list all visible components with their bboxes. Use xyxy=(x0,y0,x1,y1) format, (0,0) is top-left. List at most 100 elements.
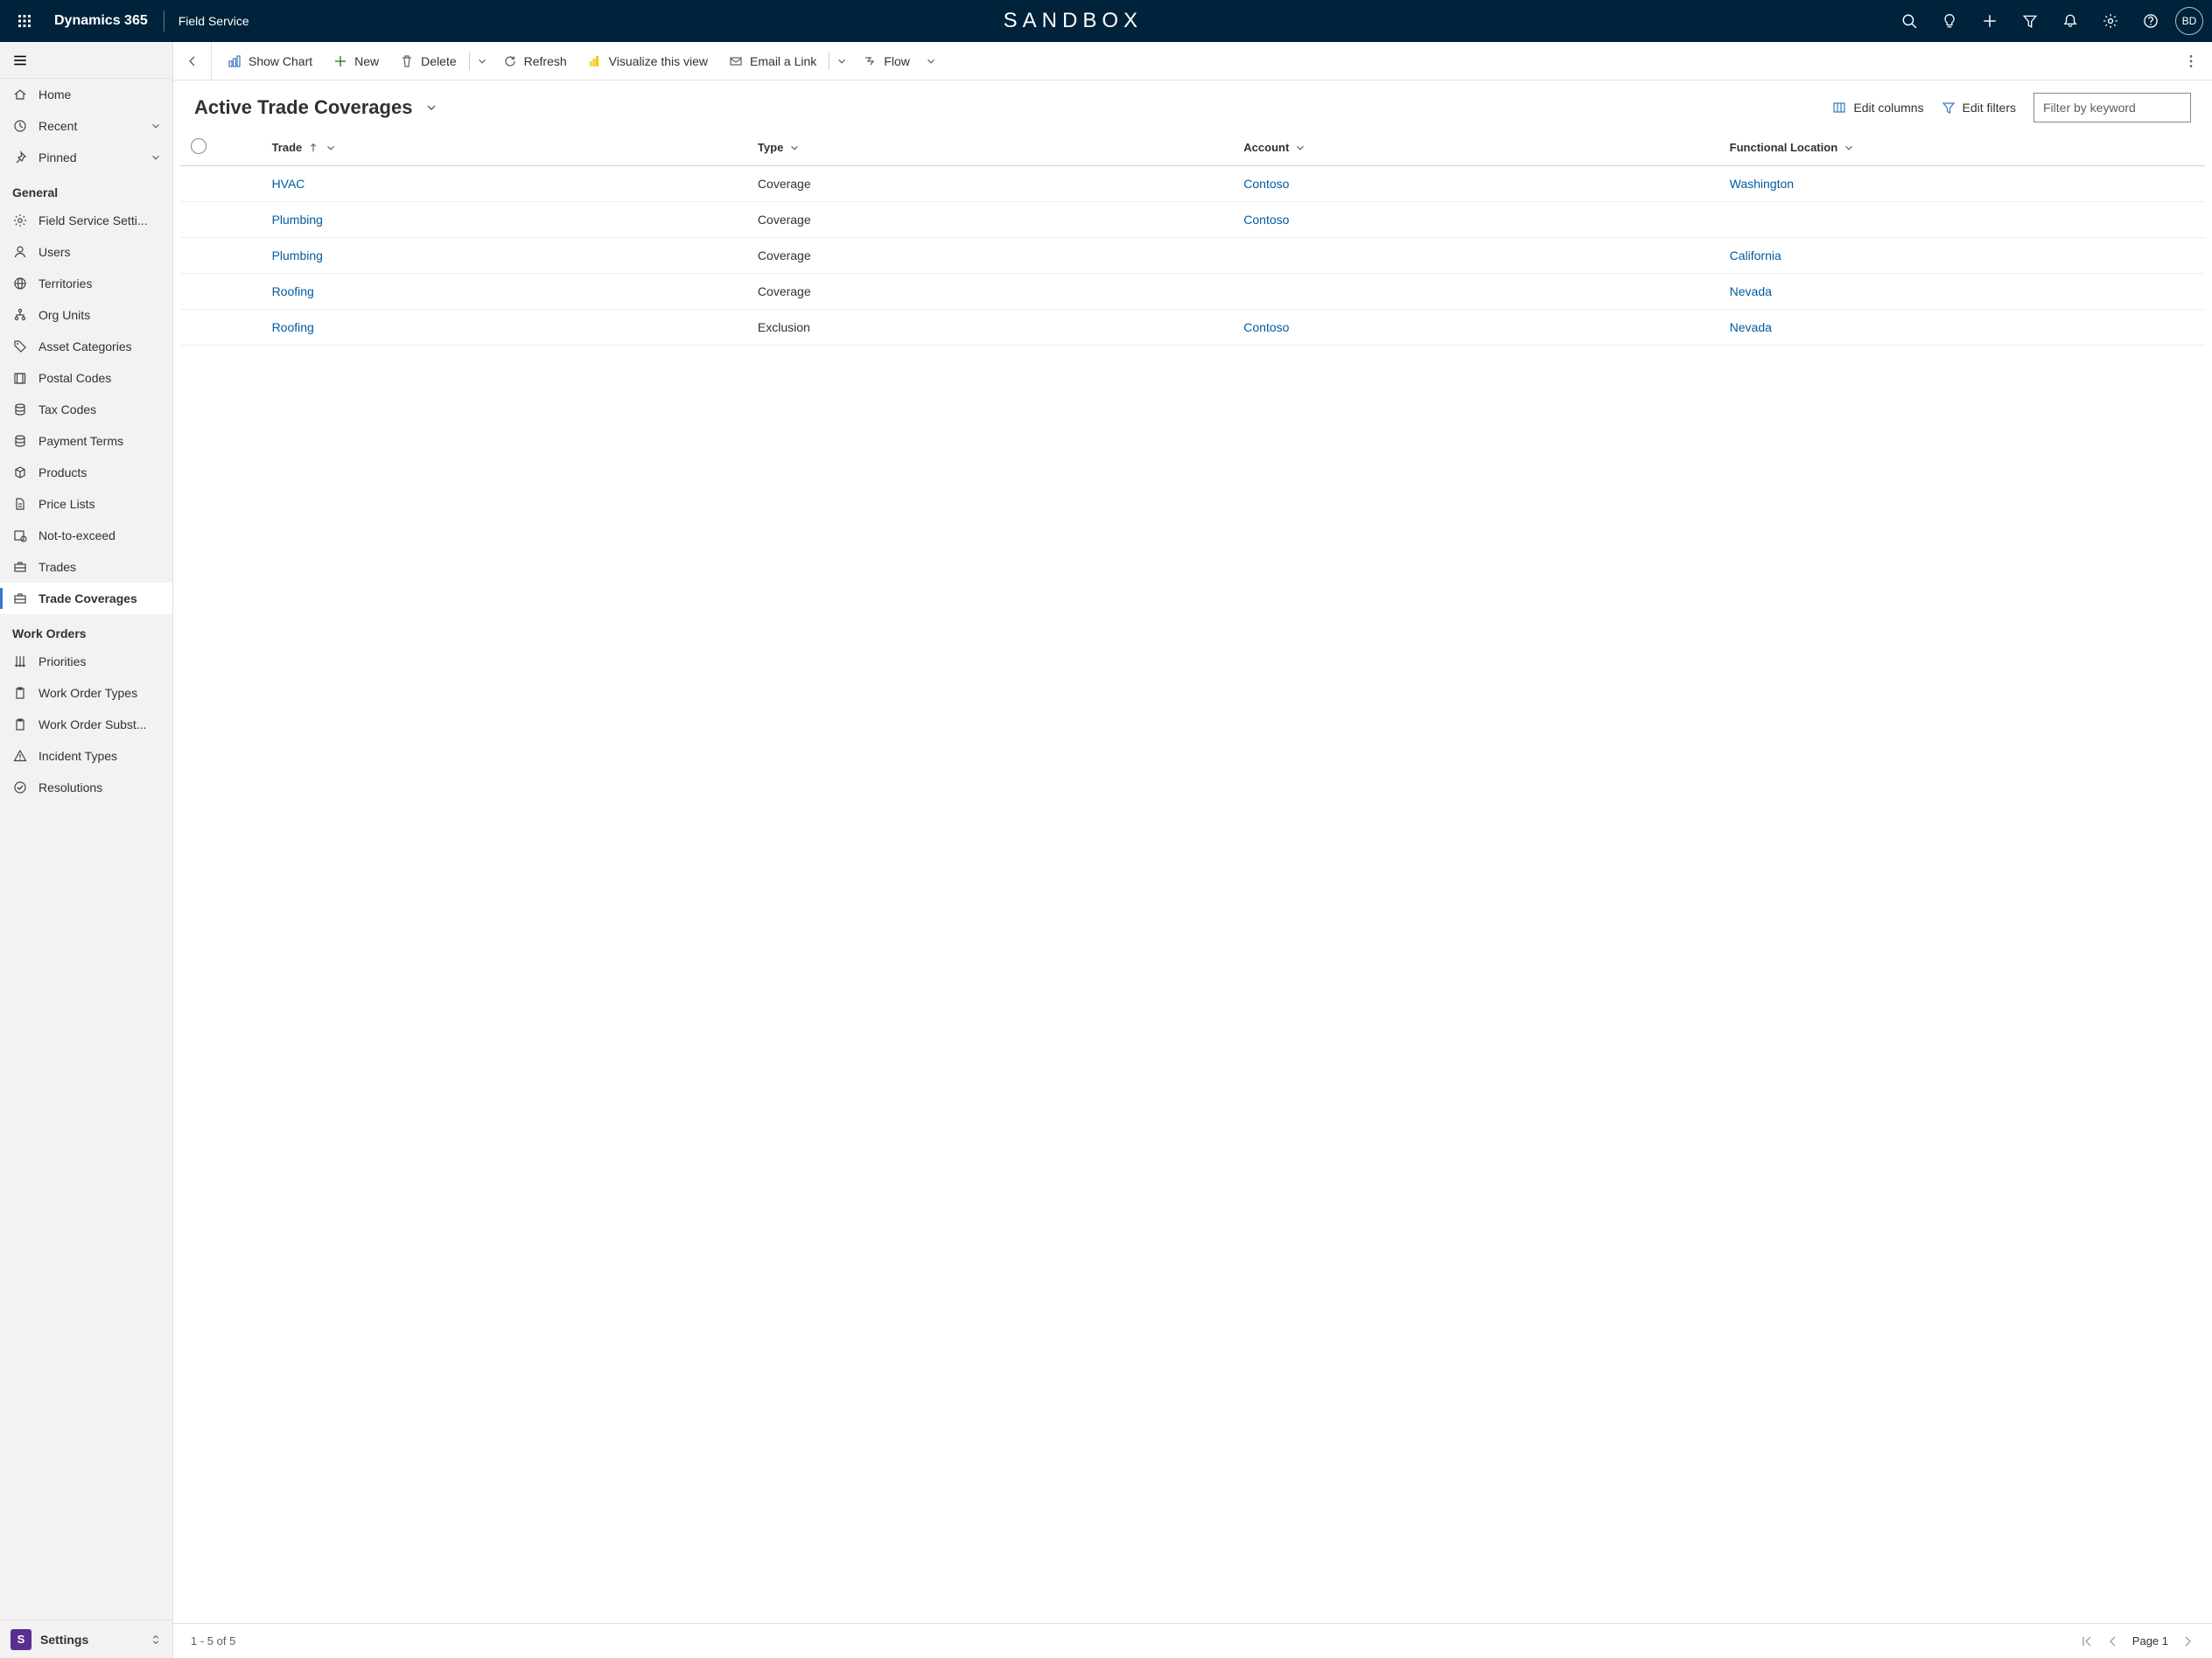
account-link[interactable]: Contoso xyxy=(1243,177,1289,191)
column-header-trade[interactable]: Trade xyxy=(262,129,747,166)
advanced-filter-button[interactable] xyxy=(2011,0,2049,42)
sidebar-item[interactable]: Price Lists xyxy=(0,488,172,520)
settings-button[interactable] xyxy=(2091,0,2130,42)
priority-icon xyxy=(12,654,28,668)
delete-split-menu[interactable] xyxy=(472,42,493,80)
account-link[interactable]: Contoso xyxy=(1243,213,1289,227)
globe-icon xyxy=(12,276,28,290)
sidebar-scroll[interactable]: HomeRecentPinnedGeneralField Service Set… xyxy=(0,79,172,1620)
trade-link[interactable]: HVAC xyxy=(272,177,305,191)
select-all-circle-icon[interactable] xyxy=(191,138,206,154)
table-row[interactable]: HVACCoverageContosoWashington xyxy=(180,166,2205,202)
trade-link[interactable]: Plumbing xyxy=(272,248,323,262)
visualize-button[interactable]: Visualize this view xyxy=(578,42,718,80)
sidebar-item[interactable]: Priorities xyxy=(0,646,172,677)
sidebar-item[interactable]: Not-to-exceed xyxy=(0,520,172,551)
content-area: Show Chart New Delete Refresh Visualize … xyxy=(173,42,2212,1658)
assistant-button[interactable] xyxy=(1930,0,1969,42)
sidebar-item[interactable]: Products xyxy=(0,457,172,488)
sidebar-item[interactable]: Pinned xyxy=(0,142,172,173)
user-avatar[interactable]: BD xyxy=(2175,7,2203,35)
sidebar-item[interactable]: Recent xyxy=(0,110,172,142)
trade-link[interactable]: Roofing xyxy=(272,320,314,334)
sidebar-item-label: Not-to-exceed xyxy=(38,528,116,542)
row-select[interactable] xyxy=(180,238,262,274)
column-header-functional-location[interactable]: Functional Location xyxy=(1719,129,2205,166)
functional-location-link[interactable]: Washington xyxy=(1730,177,1794,191)
cell-functional-location: Nevada xyxy=(1719,274,2205,310)
sidebar-item[interactable]: Asset Categories xyxy=(0,331,172,362)
view-selector-dropdown[interactable] xyxy=(424,101,438,115)
sidebar-item[interactable]: Field Service Setti... xyxy=(0,205,172,236)
sidebar-item-label: Tax Codes xyxy=(38,402,96,416)
cell-trade: Roofing xyxy=(262,310,747,346)
sidebar-toggle[interactable] xyxy=(0,42,172,79)
back-button[interactable] xyxy=(173,42,212,80)
table-row[interactable]: PlumbingCoverageCalifornia xyxy=(180,238,2205,274)
db-icon xyxy=(12,402,28,416)
sidebar-item[interactable]: Resolutions xyxy=(0,772,172,803)
cell-account xyxy=(1233,274,1718,310)
sidebar-item[interactable]: Postal Codes xyxy=(0,362,172,394)
sidebar-item[interactable]: Trades xyxy=(0,551,172,583)
trade-link[interactable]: Roofing xyxy=(272,284,314,298)
filter-keyword-input[interactable] xyxy=(2034,93,2191,122)
area-switcher[interactable]: S Settings xyxy=(0,1620,172,1658)
table-row[interactable]: RoofingExclusionContosoNevada xyxy=(180,310,2205,346)
flow-menu[interactable] xyxy=(920,42,942,80)
functional-location-link[interactable]: Nevada xyxy=(1730,320,1772,334)
command-overflow-button[interactable] xyxy=(2175,42,2207,80)
cell-functional-location: Washington xyxy=(1719,166,2205,202)
table-row[interactable]: RoofingCoverageNevada xyxy=(180,274,2205,310)
new-button[interactable]: New xyxy=(323,42,389,80)
functional-location-link[interactable]: California xyxy=(1730,248,1782,262)
add-button[interactable] xyxy=(1970,0,2009,42)
search-button[interactable] xyxy=(1890,0,1928,42)
delete-button[interactable]: Delete xyxy=(389,42,466,80)
area-label: Settings xyxy=(40,1633,88,1647)
sidebar-item[interactable]: Payment Terms xyxy=(0,425,172,457)
column-header-type[interactable]: Type xyxy=(747,129,1233,166)
email-split-menu[interactable] xyxy=(831,42,852,80)
help-button[interactable] xyxy=(2132,0,2170,42)
refresh-button[interactable]: Refresh xyxy=(493,42,578,80)
row-select[interactable] xyxy=(180,202,262,238)
app-label[interactable]: Field Service xyxy=(172,14,256,28)
edit-filters-button[interactable]: Edit filters xyxy=(1942,101,2016,115)
row-select[interactable] xyxy=(180,274,262,310)
sidebar-item[interactable]: Home xyxy=(0,79,172,110)
table-row[interactable]: PlumbingCoverageContoso xyxy=(180,202,2205,238)
app-launcher-button[interactable] xyxy=(4,0,46,42)
sidebar-item[interactable]: Incident Types xyxy=(0,740,172,772)
sidebar-item[interactable]: Trade Coverages xyxy=(0,583,172,614)
check-icon xyxy=(12,780,28,794)
first-page-button[interactable] xyxy=(2080,1634,2094,1648)
notifications-button[interactable] xyxy=(2051,0,2090,42)
functional-location-link[interactable]: Nevada xyxy=(1730,284,1772,298)
flow-button[interactable]: Flow xyxy=(852,42,920,80)
sidebar-item[interactable]: Org Units xyxy=(0,299,172,331)
sidebar-item[interactable]: Work Order Subst... xyxy=(0,709,172,740)
sidebar-item[interactable]: Work Order Types xyxy=(0,677,172,709)
sidebar-item[interactable]: Tax Codes xyxy=(0,394,172,425)
previous-page-button[interactable] xyxy=(2106,1634,2120,1648)
column-header-account[interactable]: Account xyxy=(1233,129,1718,166)
trade-link[interactable]: Plumbing xyxy=(272,213,323,227)
mail-icon xyxy=(729,54,743,68)
row-select[interactable] xyxy=(180,310,262,346)
next-page-button[interactable] xyxy=(2180,1634,2194,1648)
sidebar-item[interactable]: Users xyxy=(0,236,172,268)
show-chart-button[interactable]: Show Chart xyxy=(217,42,323,80)
email-link-button[interactable]: Email a Link xyxy=(718,42,827,80)
column-menu-icon[interactable] xyxy=(1294,142,1306,154)
sidebar-item[interactable]: Territories xyxy=(0,268,172,299)
account-link[interactable]: Contoso xyxy=(1243,320,1289,334)
data-grid[interactable]: Trade Type Account Functional Location H… xyxy=(173,129,2212,1623)
column-menu-icon[interactable] xyxy=(788,142,801,154)
row-select[interactable] xyxy=(180,166,262,202)
column-menu-icon[interactable] xyxy=(1843,142,1855,154)
select-all-column[interactable] xyxy=(180,129,262,166)
edit-columns-button[interactable]: Edit columns xyxy=(1832,101,1923,115)
column-menu-icon[interactable] xyxy=(325,142,337,154)
sidebar-item-label: Territories xyxy=(38,276,92,290)
